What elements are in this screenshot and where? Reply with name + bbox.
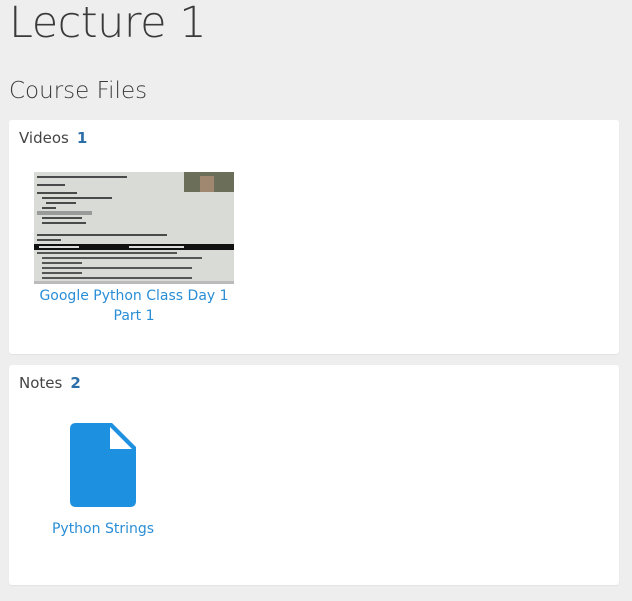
note-title-link[interactable]: Python Strings bbox=[49, 519, 157, 539]
video-thumbnail[interactable] bbox=[34, 172, 234, 284]
videos-label: Videos bbox=[19, 129, 69, 147]
page-title: Lecture 1 bbox=[9, 0, 207, 48]
notes-header: Notes 2 bbox=[19, 374, 81, 392]
video-title-link[interactable]: Google Python Class Day 1 Part 1 bbox=[33, 286, 235, 326]
document-icon[interactable] bbox=[70, 423, 136, 507]
course-files-heading: Course Files bbox=[9, 78, 148, 104]
video-item[interactable]: Google Python Class Day 1 Part 1 bbox=[33, 172, 235, 326]
videos-card: Videos 1 Google Python Class Day 1 Part … bbox=[9, 120, 619, 354]
notes-count: 2 bbox=[70, 374, 81, 392]
videos-count: 1 bbox=[76, 129, 88, 147]
notes-card: Notes 2 Python Strings bbox=[9, 365, 619, 585]
notes-label: Notes bbox=[19, 374, 63, 392]
note-item[interactable]: Python Strings bbox=[49, 423, 157, 539]
videos-header: Videos 1 bbox=[19, 129, 87, 147]
